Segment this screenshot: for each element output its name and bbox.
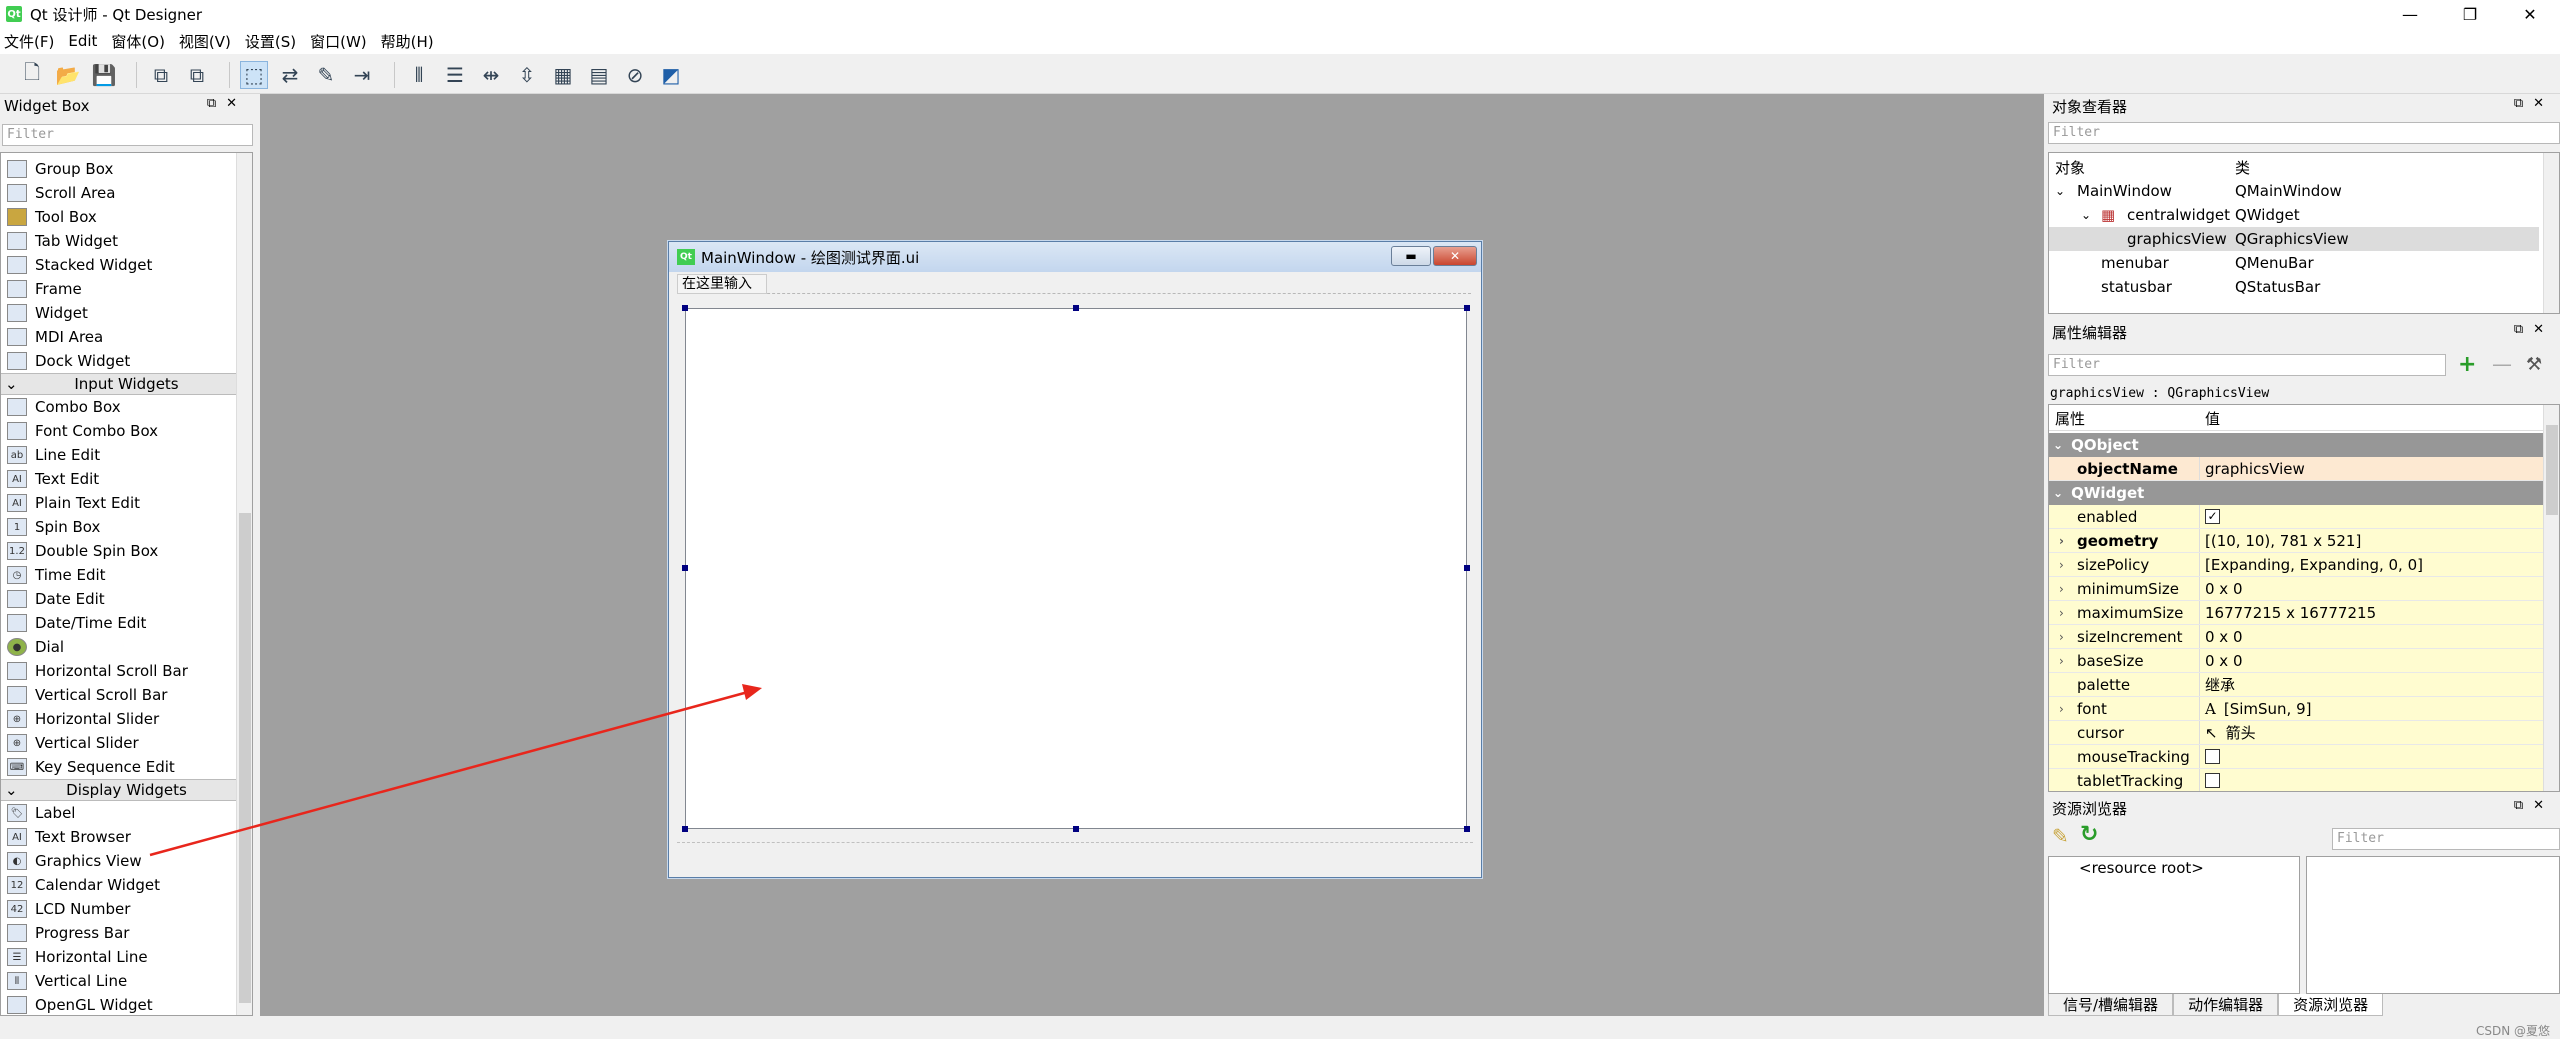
property-editor-scrollbar[interactable] bbox=[2543, 405, 2559, 791]
chevron-right-icon: › bbox=[2059, 701, 2064, 716]
prop-mouse-tracking[interactable]: mouseTracking bbox=[2049, 745, 2546, 769]
chevron-down-icon: ⌄ bbox=[2055, 184, 2066, 198]
dock-buttons[interactable]: ⧉✕ bbox=[2514, 322, 2554, 337]
reload-icon[interactable]: ↻ bbox=[2080, 822, 2098, 847]
prop-size-policy[interactable]: › sizePolicy [Expanding, Expanding, 0, 0] bbox=[2049, 553, 2546, 577]
tree-row-selected[interactable]: graphicsView QGraphicsView bbox=[2049, 227, 2539, 251]
tree-row[interactable]: menubar QMenuBar bbox=[2049, 251, 2559, 275]
prop-font[interactable]: › font A [SimSun, 9] bbox=[2049, 697, 2546, 721]
prop-palette[interactable]: palette 继承 bbox=[2049, 673, 2546, 697]
chevron-right-icon: › bbox=[2059, 605, 2064, 620]
property-context: graphicsView : QGraphicsView bbox=[2050, 386, 2270, 401]
chevron-down-icon: ⌄ bbox=[2081, 208, 2092, 222]
arrow-cursor-icon: ↖ bbox=[2205, 723, 2218, 742]
resource-tree: <resource root> bbox=[2048, 856, 2300, 994]
resource-browser-title: 资源浏览器 bbox=[2052, 799, 2128, 818]
resource-file-list[interactable] bbox=[2306, 856, 2560, 994]
edit-resources-icon[interactable]: ✎ bbox=[2052, 824, 2069, 848]
property-editor-title: 属性编辑器 bbox=[2052, 323, 2128, 342]
font-icon: A bbox=[2205, 699, 2216, 718]
prop-cursor[interactable]: cursor ↖ 箭头 bbox=[2049, 721, 2546, 745]
dock-buttons[interactable]: ⧉✕ bbox=[2514, 96, 2554, 111]
checkbox-unchecked[interactable] bbox=[2205, 773, 2220, 788]
status-bar bbox=[0, 1016, 2560, 1039]
tree-header: 对象 类 bbox=[2055, 158, 2251, 177]
checkbox-unchecked[interactable] bbox=[2205, 749, 2220, 764]
prop-maximum-size[interactable]: › maximumSize 16777215 x 16777215 bbox=[2049, 601, 2546, 625]
watermark: CSDN @夏悠 bbox=[2475, 1024, 2550, 1038]
dock-buttons[interactable]: ⧉✕ bbox=[2514, 798, 2554, 813]
resource-browser-filter[interactable]: Filter bbox=[2332, 828, 2560, 850]
chevron-down-icon: ⌄ bbox=[2053, 438, 2064, 452]
configure-wrench-icon[interactable]: ⚒ bbox=[2526, 354, 2542, 375]
resource-browser-header: 资源浏览器 ⧉✕ bbox=[2048, 798, 2560, 818]
property-editor-filter[interactable]: Filter bbox=[2048, 354, 2446, 376]
tab-resource-browser[interactable]: 资源浏览器 bbox=[2278, 994, 2384, 1016]
prop-enabled[interactable]: enabled ✓ bbox=[2049, 505, 2546, 529]
category-qobject[interactable]: ⌄ QObject bbox=[2049, 433, 2546, 457]
prop-object-name[interactable]: objectName graphicsView bbox=[2049, 457, 2546, 481]
bottom-tab-bar: 信号/槽编辑器 动作编辑器 资源浏览器 bbox=[2048, 994, 2560, 1016]
property-editor-table: 属性 值 ⌄ QObject objectName graphicsView ⌄ QW… bbox=[2048, 404, 2560, 792]
object-inspector-scrollbar[interactable] bbox=[2543, 153, 2559, 313]
prop-size-increment[interactable]: › sizeIncrement 0 x 0 bbox=[2049, 625, 2546, 649]
tab-action-editor[interactable]: 动作编辑器 bbox=[2173, 994, 2279, 1016]
chevron-right-icon: › bbox=[2059, 653, 2064, 668]
layout-broken-icon: ▦ bbox=[2101, 206, 2116, 224]
chevron-down-icon: ⌄ bbox=[2053, 486, 2064, 500]
chevron-right-icon: › bbox=[2059, 629, 2064, 644]
remove-property-icon[interactable]: — bbox=[2492, 352, 2512, 376]
scrollbar-thumb[interactable] bbox=[2546, 425, 2558, 515]
prop-geometry[interactable]: › geometry [(10, 10), 781 x 521] bbox=[2049, 529, 2546, 553]
prop-tablet-tracking[interactable]: tabletTracking bbox=[2049, 769, 2546, 791]
tab-signal-slot-editor[interactable]: 信号/槽编辑器 bbox=[2048, 994, 2174, 1016]
property-editor-header: 属性编辑器 ⧉✕ bbox=[2048, 322, 2560, 342]
object-inspector-filter[interactable]: Filter bbox=[2048, 122, 2560, 144]
prop-minimum-size[interactable]: › minimumSize 0 x 0 bbox=[2049, 577, 2546, 601]
category-qwidget[interactable]: ⌄ QWidget bbox=[2049, 481, 2546, 505]
chevron-right-icon: › bbox=[2059, 533, 2064, 548]
tree-row[interactable]: ⌄ MainWindow QMainWindow bbox=[2049, 179, 2559, 203]
property-header: 属性 值 bbox=[2049, 407, 2559, 431]
add-property-icon[interactable]: + bbox=[2458, 352, 2476, 377]
object-inspector-title: 对象查看器 bbox=[2052, 97, 2128, 116]
chevron-right-icon: › bbox=[2059, 557, 2064, 572]
prop-base-size[interactable]: › baseSize 0 x 0 bbox=[2049, 649, 2546, 673]
object-inspector-header: 对象查看器 ⧉✕ bbox=[2048, 96, 2560, 116]
tree-row[interactable]: ⌄ ▦ centralwidget QWidget bbox=[2049, 203, 2559, 227]
checkbox-checked[interactable]: ✓ bbox=[2205, 509, 2220, 524]
tree-row[interactable]: statusbar QStatusBar bbox=[2049, 275, 2559, 299]
object-inspector-tree: 对象 类 ⌄ MainWindow QMainWindow ⌄ ▦ centra… bbox=[2048, 152, 2560, 314]
resource-root[interactable]: <resource root> bbox=[2079, 859, 2204, 877]
chevron-right-icon: › bbox=[2059, 581, 2064, 596]
